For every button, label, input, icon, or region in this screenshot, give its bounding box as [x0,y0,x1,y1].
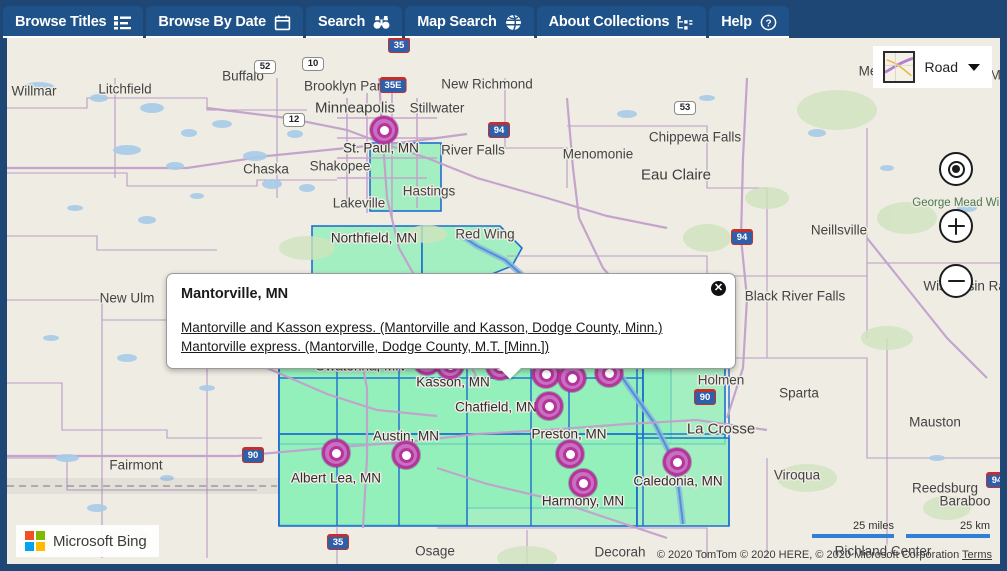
sitemap-icon [677,14,694,31]
tab-about-collections[interactable]: About Collections [536,6,707,38]
terms-link[interactable]: Terms [962,549,992,561]
infobox-link[interactable]: Mantorville express. (Mantorville, Dodge… [181,337,719,356]
bing-logo-text: Microsoft Bing [53,532,147,550]
tab-label: Map Search [417,13,497,30]
scale-km-bar [906,534,990,538]
highway-shield: 35E [379,77,407,93]
map-pin[interactable] [322,439,350,467]
tab-label: About Collections [548,13,670,30]
infobox-link-list: Mantorville and Kasson express. (Mantorv… [181,318,719,356]
tab-search[interactable]: Search [306,6,403,38]
tab-help[interactable]: Help ? [709,6,789,38]
map-thumbnail-icon [882,51,915,83]
map-pin[interactable] [392,441,420,469]
location-infobox[interactable]: ✕ Mantorville, MN Mantorville and Kasson… [166,273,736,379]
highway-shield: 10 [302,57,324,71]
locate-ring [947,160,965,178]
infobox-link[interactable]: Mantorville and Kasson express. (Mantorv… [181,318,719,337]
highway-shield: 94 [986,472,1000,488]
highway-shield: 90 [242,447,264,463]
map-pin[interactable] [663,448,691,476]
map-pin[interactable] [556,440,584,468]
infobox-pointer [499,368,521,379]
tab-browse-by-date[interactable]: Browse By Date [146,6,304,38]
page-root: Browse Titles Browse By Date Search Map … [0,0,1007,571]
map-type-label: Road [924,59,958,75]
map-pin[interactable] [535,392,563,420]
question-circle-icon: ? [760,14,777,31]
tab-label: Browse Titles [15,13,107,30]
scale-km: 25 km [906,520,990,538]
globe-icon [505,14,522,31]
main-navigation: Browse Titles Browse By Date Search Map … [0,0,1007,38]
highway-shield: 94 [488,122,510,138]
map-attribution: © 2020 TomTom © 2020 HERE, © 2020 Micros… [657,549,992,561]
svg-text:?: ? [765,18,771,29]
highway-shield: 52 [254,60,276,74]
zoom-out-button[interactable] [939,264,973,298]
map-scale: 25 miles 25 km [812,520,990,538]
tab-browse-titles[interactable]: Browse Titles [3,6,144,38]
highway-shield: 35 [388,38,410,53]
calendar-icon [274,14,291,31]
highway-shield: 35 [327,534,349,550]
scale-miles-bar [812,534,894,538]
tab-map-search[interactable]: Map Search [405,6,534,38]
chevron-down-icon[interactable] [968,63,980,71]
map-pin[interactable] [569,469,597,497]
binoculars-icon [373,14,390,31]
highway-shield: 90 [694,389,716,405]
locate-dot [952,165,960,173]
attribution-text: © 2020 TomTom © 2020 HERE, © 2020 Micros… [656,549,960,561]
highway-shield: 53 [674,101,696,115]
highway-shield: 12 [283,113,305,127]
bing-logo[interactable]: Microsoft Bing [16,525,159,557]
tab-label: Browse By Date [158,13,267,30]
tab-label: Search [318,13,366,30]
microsoft-squares-icon [25,531,45,551]
close-icon[interactable]: ✕ [711,281,726,296]
list-icon [114,14,132,31]
locate-icon[interactable] [939,152,973,186]
map-viewport[interactable]: Willmar Litchfield Buffalo Brooklyn Park Min… [4,35,1003,567]
scale-km-label: 25 km [960,520,990,532]
infobox-title: Mantorville, MN [181,286,289,302]
minus-icon [947,279,965,283]
scale-miles: 25 miles [812,520,894,538]
highway-shield: 94 [731,229,753,245]
tab-label: Help [721,13,752,30]
scale-miles-label: 25 miles [853,520,894,532]
plus-icon-vertical [954,217,958,235]
zoom-in-button[interactable] [939,209,973,243]
map-pin[interactable] [370,116,398,144]
map-type-selector[interactable]: Road [872,46,992,88]
